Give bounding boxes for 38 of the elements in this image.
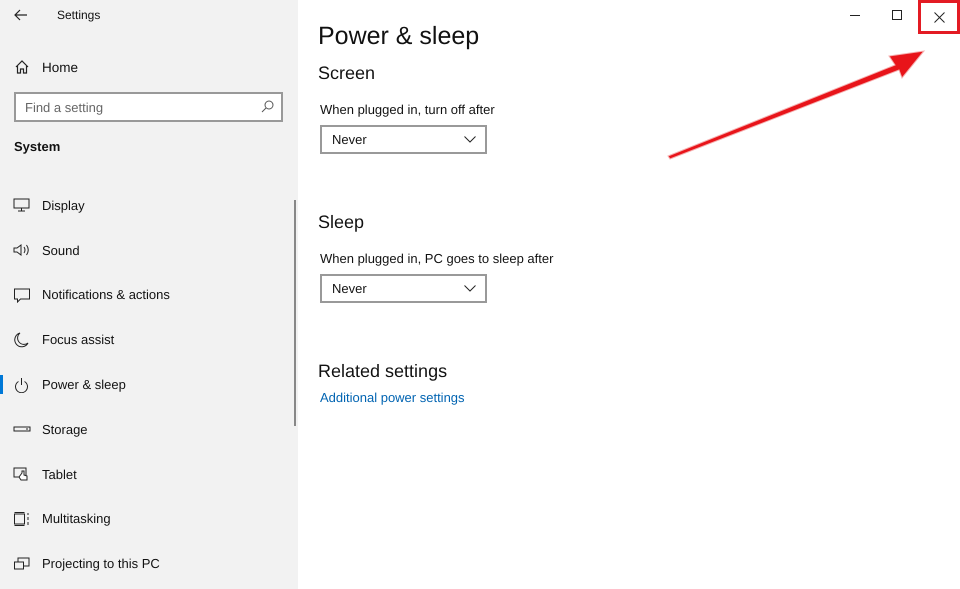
close-button[interactable] <box>918 0 960 34</box>
close-icon <box>934 12 944 22</box>
speaker-icon <box>13 242 31 258</box>
section-heading: Related settings <box>318 361 448 382</box>
sidebar-item[interactable]: Focus assist <box>0 317 285 362</box>
sidebar-item[interactable]: Power & sleep <box>0 362 285 407</box>
setting-label: When plugged in, PC goes to sleep after <box>320 251 554 266</box>
sidebar-item[interactable]: Sound <box>0 228 285 273</box>
dropdown[interactable]: Never <box>320 274 487 303</box>
home-link[interactable]: Home <box>14 50 78 84</box>
sidebar-item[interactable]: Multitasking <box>0 496 285 542</box>
power-icon <box>13 376 31 393</box>
moon-icon <box>13 332 31 348</box>
section-heading: System <box>14 139 62 154</box>
sidebar-item[interactable]: Display <box>0 183 285 228</box>
sidebar-item[interactable]: Storage <box>0 406 285 452</box>
monitor-icon <box>13 197 31 214</box>
sidebar-item[interactable]: Notifications & actions <box>0 272 285 318</box>
scrollbar[interactable] <box>294 200 296 426</box>
window-title: Settings <box>57 8 100 22</box>
sidebar-item[interactable]: Projecting to this PC <box>0 541 285 586</box>
section-heading: Sleep <box>318 212 366 233</box>
speech-bubble-icon <box>13 286 31 303</box>
section-heading: Screen <box>318 63 376 84</box>
home-icon <box>14 59 30 75</box>
dropdown[interactable]: Never <box>320 125 487 154</box>
search-icon <box>261 100 274 113</box>
link[interactable]: Additional power settings <box>320 390 465 405</box>
chevron-down-icon <box>464 285 476 292</box>
back-arrow-icon <box>14 9 28 21</box>
chevron-down-icon <box>464 136 476 143</box>
window-stack-icon <box>13 510 31 527</box>
maximize-icon <box>892 10 902 20</box>
setting-label: When plugged in, turn off after <box>320 102 496 117</box>
search-field[interactable]: Find a setting <box>14 92 283 122</box>
sidebar-item[interactable]: Tablet <box>0 452 285 497</box>
page-title: Power & sleep <box>318 22 480 51</box>
projector-icon <box>13 556 31 572</box>
